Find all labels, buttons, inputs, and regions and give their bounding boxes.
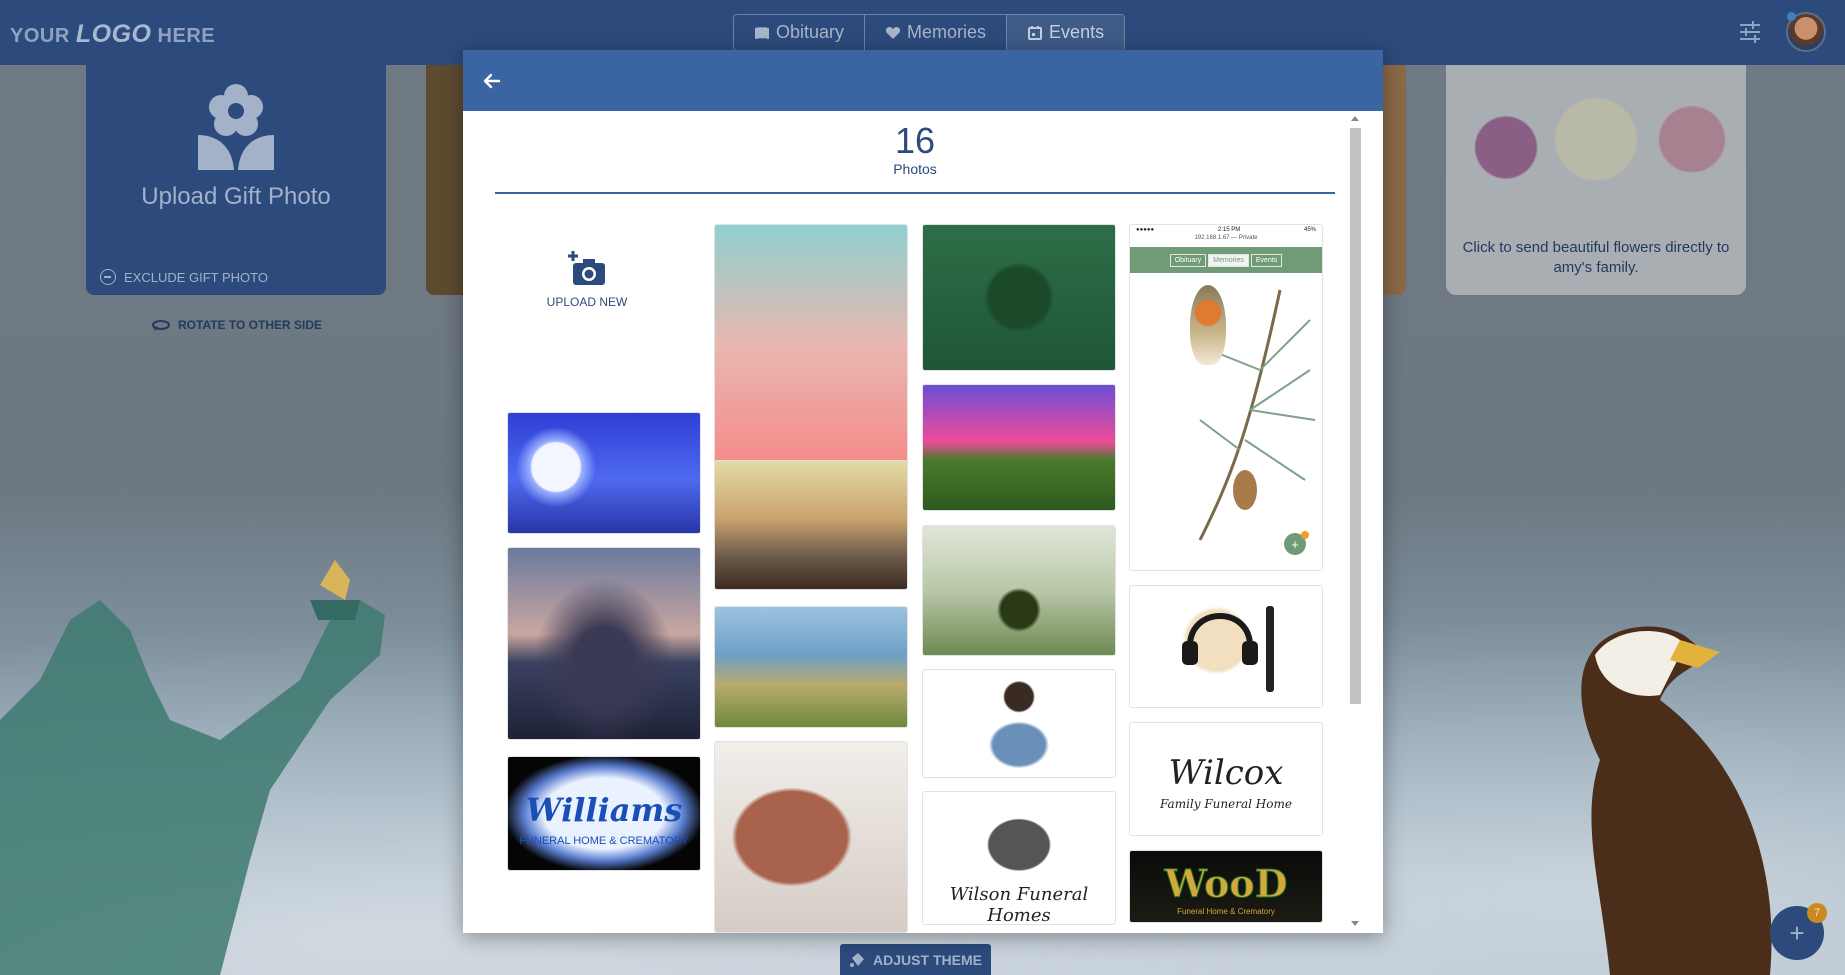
flower-arrangements-image <box>1446 65 1746 230</box>
send-flowers-text: Click to send beautiful flowers directly… <box>1462 239 1730 276</box>
minus-circle-icon <box>100 269 116 285</box>
williams-logo-text: Williams <box>525 791 683 829</box>
mini-time: 2:15 PM <box>1217 227 1241 233</box>
exclude-gift-photo-button[interactable]: EXCLUDE GIFT PHOTO <box>100 269 268 285</box>
exclude-gift-photo-label: EXCLUDE GIFT PHOTO <box>124 269 268 285</box>
logo-suffix: HERE <box>157 25 216 47</box>
wilcox-logo-photo[interactable]: Wilcox Family Funeral Home <box>1129 722 1323 836</box>
tab-obituary[interactable]: Obituary <box>734 15 866 50</box>
forest-plane-photo[interactable] <box>922 224 1116 371</box>
butterfly-photo[interactable] <box>922 525 1116 656</box>
mini-url: 192.168.1.67 — Private <box>1194 235 1258 241</box>
moon-photo[interactable] <box>507 412 701 534</box>
headphones-photo[interactable] <box>1129 585 1323 708</box>
adjust-theme-label: ADJUST THEME <box>873 951 982 968</box>
modal-scrollbar[interactable] <box>1347 111 1363 933</box>
photo-count-header: 16 Photos <box>495 121 1335 194</box>
williams-logo-photo[interactable]: Williams FUNERAL HOME & CREMATORY <box>507 756 701 871</box>
robin-bird-illustration <box>1190 285 1226 365</box>
mini-signal: ●●●●● <box>1136 227 1155 233</box>
tab-obituary-label: Obituary <box>776 22 845 42</box>
adjust-theme-button[interactable]: ADJUST THEME <box>840 944 991 975</box>
robin-screenshot-photo[interactable]: ●●●●● 2:15 PM 45% 192.168.1.67 — Private… <box>1129 224 1323 571</box>
dove-photo[interactable] <box>714 741 908 933</box>
mini-badge-dot <box>1301 531 1309 539</box>
fab-badge: 7 <box>1807 903 1827 923</box>
upload-gift-photo-title: Upload Gift Photo <box>141 183 331 210</box>
mini-tab-events: Events <box>1250 253 1283 267</box>
flower-icon <box>198 84 274 170</box>
statue-of-liberty-image <box>0 560 385 975</box>
modal-body: 16 Photos UPLOAD NEW Williams FUNERAL HO… <box>463 111 1383 933</box>
mini-tab-obituary: Obituary <box>1169 253 1207 267</box>
background-card-edge-right <box>1380 65 1406 295</box>
wilson-logo-photo[interactable]: Wilson Funeral Homes <box>922 791 1116 925</box>
wood-logo-subtitle: Funeral Home & Crematory <box>1177 907 1275 916</box>
photo-count-label: Photos <box>893 161 937 177</box>
book-icon <box>755 26 769 39</box>
tree-sunset-photo[interactable] <box>507 547 701 740</box>
wood-logo-text: WooD <box>1164 861 1288 907</box>
notification-dot <box>1787 12 1796 21</box>
woman-denim-photo[interactable] <box>922 669 1116 778</box>
calendar-icon <box>1028 25 1043 40</box>
scroll-up-arrow[interactable] <box>1351 116 1359 121</box>
tab-events-label: Events <box>1049 22 1105 42</box>
brand-logo[interactable]: YOUR LOGO HERE <box>10 20 215 49</box>
mini-tab-bar: Obituary Memories Events <box>1130 247 1322 273</box>
pink-sky-photo[interactable] <box>922 384 1116 511</box>
headphones-illustration <box>1182 606 1274 692</box>
paint-bucket-icon <box>850 952 865 967</box>
mini-battery: 45% <box>1303 227 1316 233</box>
mini-tab-memories: Memories <box>1208 253 1249 267</box>
scroll-down-arrow[interactable] <box>1351 921 1359 926</box>
book-tree-photo[interactable] <box>714 460 908 590</box>
tab-memories-label: Memories <box>907 22 987 42</box>
logo-main: LOGO <box>75 20 152 48</box>
wilcox-logo-subtitle: Family Funeral Home <box>1160 797 1292 811</box>
main-tabs: Obituary Memories Events <box>733 14 1126 51</box>
wilson-logo-text: Wilson Funeral Homes <box>949 884 1089 925</box>
sliders-icon[interactable] <box>1738 20 1762 44</box>
wood-logo-photo[interactable]: WooD Funeral Home & Crematory <box>1129 850 1323 923</box>
mini-status-bar: ●●●●● 2:15 PM 45% <box>1136 227 1316 235</box>
upload-new-button[interactable]: UPLOAD NEW <box>507 251 667 311</box>
send-flowers-card[interactable]: Click to send beautiful flowers directly… <box>1446 65 1746 295</box>
photo-gallery-modal: 16 Photos UPLOAD NEW Williams FUNERAL HO… <box>463 50 1383 933</box>
heart-icon <box>886 26 901 39</box>
woman-beach-photo[interactable] <box>714 606 908 728</box>
williams-logo-subtitle: FUNERAL HOME & CREMATORY <box>519 835 689 847</box>
tab-events[interactable]: Events <box>1007 15 1125 50</box>
back-arrow-icon[interactable] <box>479 68 505 94</box>
logo-prefix: YOUR <box>10 25 70 47</box>
modal-header <box>463 50 1383 111</box>
rotate-button[interactable]: ROTATE TO OTHER SIDE <box>152 318 322 332</box>
photo-count: 16 <box>894 120 936 161</box>
rotate-label: ROTATE TO OTHER SIDE <box>178 318 323 332</box>
lightbulb-photo[interactable] <box>714 224 908 467</box>
add-photo-camera-icon <box>568 251 605 285</box>
tab-memories[interactable]: Memories <box>865 15 1008 50</box>
upload-new-label: UPLOAD NEW <box>546 295 628 309</box>
plus-icon: + <box>1789 917 1805 948</box>
rotate-icon <box>152 320 170 331</box>
gift-photo-card[interactable]: Upload Gift Photo EXCLUDE GIFT PHOTO <box>86 65 386 295</box>
scroll-thumb[interactable] <box>1350 128 1361 704</box>
wilcox-logo-text: Wilcox <box>1168 753 1284 793</box>
